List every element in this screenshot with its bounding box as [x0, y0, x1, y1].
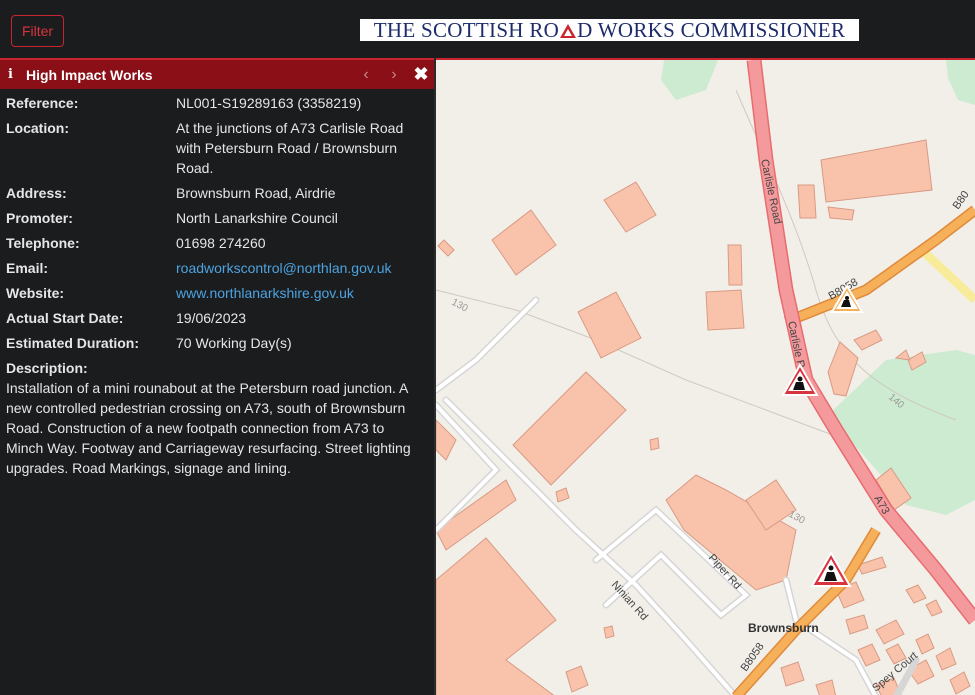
duration-label: Estimated Duration:: [6, 335, 140, 351]
description-value: Installation of a mini rounabout at the …: [6, 380, 411, 476]
filter-button[interactable]: Filter: [11, 15, 64, 47]
close-icon[interactable]: ✖: [408, 64, 434, 85]
promoter-row: Promoter: North Lanarkshire Council: [6, 208, 428, 228]
email-label: Email:: [6, 260, 49, 276]
contour-label-130b: 130: [787, 509, 807, 527]
prev-icon[interactable]: ‹: [352, 66, 380, 84]
telephone-row: Telephone: 01698 274260: [6, 233, 428, 253]
start-date-value: 19/06/2023: [176, 310, 247, 326]
next-icon[interactable]: ›: [380, 66, 408, 84]
info-icon: i: [8, 67, 13, 82]
start-date-row: Actual Start Date: 19/06/2023: [6, 308, 428, 328]
website-value-wrap: www.northlanarkshire.gov.uk: [176, 283, 428, 303]
description-label: Description:: [6, 360, 88, 376]
roadworks-warning-icon[interactable]: [810, 550, 852, 587]
top-bar: Filter THE SCOTTISH RO D WORKS COMMISSION…: [0, 0, 975, 58]
logo-text-part1: THE SCOTTISH RO: [373, 17, 560, 42]
panel-title: High Impact Works: [26, 66, 153, 83]
logo-text-part2: D WORKS COMMISSIONER: [577, 17, 846, 42]
location-label: Location:: [6, 120, 69, 136]
minor-road-yellow: [920, 248, 975, 304]
park-area: [661, 60, 718, 100]
reference-label: Reference:: [6, 95, 79, 111]
map-view[interactable]: Carlisle Road Carlisle R A73 B80 B8058 B…: [436, 58, 975, 695]
logo-triangle-icon: [560, 24, 577, 38]
website-row: Website: www.northlanarkshire.gov.uk: [6, 283, 428, 303]
email-value-wrap: roadworkscontrol@northlan.gov.uk: [176, 258, 428, 278]
promoter-label: Promoter:: [6, 210, 73, 226]
road-label-carlisle-road-1: Carlisle Road: [758, 158, 783, 225]
promoter-value: North Lanarkshire Council: [176, 210, 338, 226]
location-row: Location: At the junctions of A73 Carlis…: [6, 118, 428, 178]
reference-value: NL001-S19289163 (3358219): [176, 95, 362, 111]
address-label: Address:: [6, 185, 67, 201]
website-label: Website:: [6, 285, 65, 301]
place-label-brownsburn: Brownsburn: [748, 621, 819, 635]
duration-row: Estimated Duration: 70 Working Day(s): [6, 333, 428, 353]
email-row: Email: roadworkscontrol@northlan.gov.uk: [6, 258, 428, 278]
address-value: Brownsburn Road, Airdrie: [176, 185, 336, 201]
start-date-label: Actual Start Date:: [6, 310, 124, 326]
telephone-value: 01698 274260: [176, 235, 266, 251]
commissioner-logo: THE SCOTTISH RO D WORKS COMMISSIONER: [360, 17, 859, 42]
address-row: Address: Brownsburn Road, Airdrie: [6, 183, 428, 203]
location-value: At the junctions of A73 Carlisle Road wi…: [176, 120, 404, 176]
panel-header: i High Impact Works ‹ › ✖: [0, 58, 434, 89]
email-link[interactable]: roadworkscontrol@northlan.gov.uk: [176, 260, 392, 276]
duration-value: 70 Working Day(s): [176, 335, 292, 351]
website-link[interactable]: www.northlanarkshire.gov.uk: [176, 285, 354, 301]
reference-row: Reference: NL001-S19289163 (3358219): [6, 93, 428, 113]
contour-label-130a: 130: [450, 297, 470, 315]
detail-rows: Reference: NL001-S19289163 (3358219) Loc…: [0, 89, 434, 478]
telephone-label: Telephone:: [6, 235, 80, 251]
park-area: [946, 60, 975, 105]
works-detail-panel: i High Impact Works ‹ › ✖ Reference: NL0…: [0, 58, 436, 695]
map-canvas[interactable]: Carlisle Road Carlisle R A73 B80 B8058 B…: [436, 60, 975, 695]
